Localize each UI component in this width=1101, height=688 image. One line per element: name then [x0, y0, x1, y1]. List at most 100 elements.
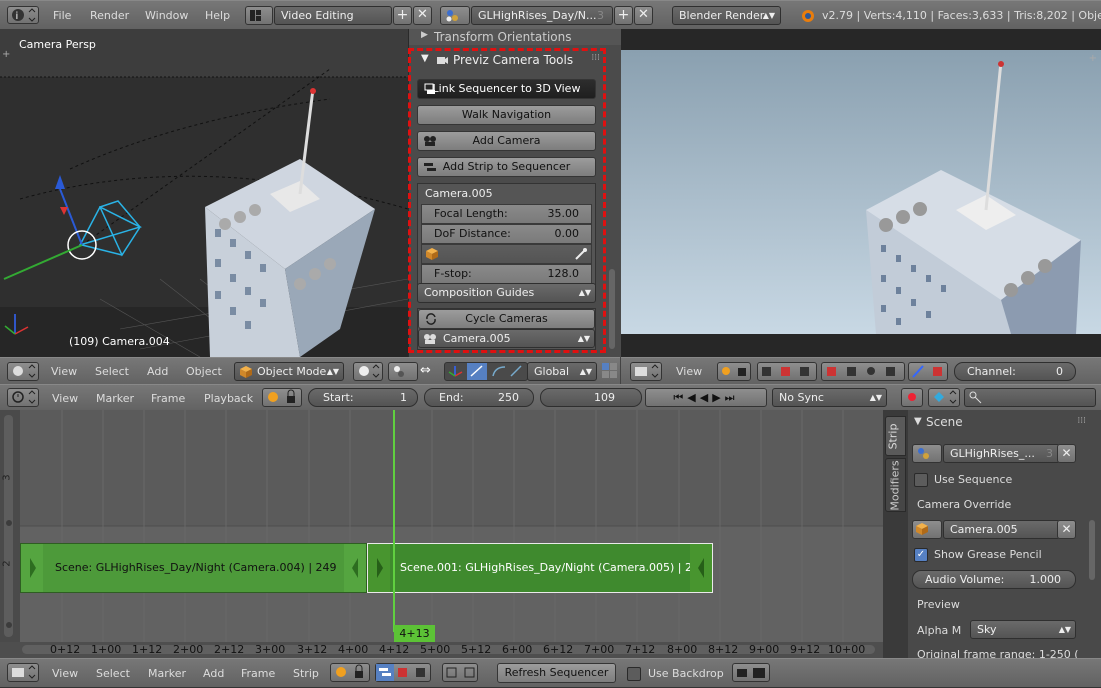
scene-browse-button[interactable]: [912, 444, 942, 463]
transform-orientations-header[interactable]: ▶ Transform Orientations: [409, 29, 621, 45]
preview-range-button[interactable]: [262, 388, 302, 407]
cycle-cameras-button[interactable]: Cycle Cameras: [418, 309, 595, 329]
timeline-menu-frame[interactable]: Frame: [151, 392, 185, 405]
3d-viewport[interactable]: Camera Persp (109) Camera.004 +: [0, 29, 408, 357]
seq-menu-marker[interactable]: Marker: [148, 667, 186, 680]
cycle-camera-select[interactable]: Camera.005 ▲▼: [418, 329, 595, 348]
keying-set-field[interactable]: [964, 388, 1096, 407]
add-layout-button[interactable]: +: [393, 6, 412, 25]
seq-menu-view[interactable]: View: [52, 667, 78, 680]
use-sequence-checkbox[interactable]: [914, 473, 928, 487]
preview-menu-view[interactable]: View: [676, 365, 702, 378]
strip-left-handle[interactable]: [368, 544, 390, 592]
link-sequencer-button[interactable]: Link Sequencer to 3D View: [417, 79, 596, 99]
pivot-point-button[interactable]: [388, 362, 418, 381]
seq-menu-add[interactable]: Add: [203, 667, 224, 680]
preview-editor-type-button[interactable]: [630, 362, 662, 381]
show-grease-pencil-checkbox[interactable]: ✓: [914, 548, 928, 562]
menu-file[interactable]: File: [53, 9, 71, 22]
seq-menu-frame[interactable]: Frame: [241, 667, 275, 680]
keying-set-button[interactable]: [928, 388, 960, 407]
strip-left-handle[interactable]: [21, 544, 43, 592]
record-button[interactable]: [901, 388, 923, 407]
seq-overlay-buttons[interactable]: [442, 663, 478, 682]
camera-browse-button[interactable]: [912, 520, 942, 539]
manipulator-group[interactable]: [444, 362, 528, 381]
seq-preview-toggles[interactable]: [330, 663, 370, 682]
seq-menu-strip[interactable]: Strip: [293, 667, 319, 680]
menu-help[interactable]: Help: [205, 9, 230, 22]
fstop-field[interactable]: F-stop: 128.0: [421, 264, 592, 284]
scene-strip-camera004[interactable]: Scene: GLHighRises_Day/Night (Camera.004…: [20, 543, 367, 593]
add-camera-button[interactable]: Add Camera: [417, 131, 596, 151]
use-backdrop-checkbox[interactable]: [627, 667, 641, 681]
alpha-mode-select[interactable]: Sky ▲▼: [970, 620, 1076, 639]
timeline-menu-playback[interactable]: Playback: [204, 392, 253, 405]
scene-datablock-field[interactable]: GLHighRises_... 3: [943, 444, 1060, 463]
manipulator-toggle-icon[interactable]: ⇔: [420, 363, 436, 379]
clear-camera-button[interactable]: ✕: [1057, 520, 1076, 539]
layers-icon[interactable]: [601, 362, 619, 380]
drag-handle-icon[interactable]: ⁞⁞⁞: [1077, 416, 1086, 426]
seq-view-type-buttons[interactable]: [375, 663, 431, 682]
panel-scrollbar[interactable]: [609, 269, 615, 349]
audio-volume-field[interactable]: Audio Volume: 1.000: [912, 570, 1076, 589]
remove-layout-button[interactable]: ✕: [413, 6, 432, 25]
preview-overlay-buttons[interactable]: [821, 362, 905, 381]
start-frame-field[interactable]: Start: 1: [308, 388, 418, 407]
remove-scene-button[interactable]: ✕: [634, 6, 653, 25]
preview-gpencil-buttons[interactable]: [908, 362, 948, 381]
viewport-add-region-icon[interactable]: +: [2, 49, 10, 60]
info-editor-button[interactable]: i: [7, 6, 39, 24]
walk-navigation-button[interactable]: Walk Navigation: [417, 105, 596, 125]
scene-selector[interactable]: GLHighRises_Day/N... 3: [471, 6, 613, 25]
refresh-sequencer-button[interactable]: Refresh Sequencer: [497, 663, 616, 683]
clear-scene-button[interactable]: ✕: [1057, 444, 1076, 463]
preview-toggle-buttons[interactable]: [717, 362, 751, 381]
render-engine-select[interactable]: Blender Render ▲▼: [672, 6, 781, 25]
preview-channel-buttons[interactable]: [757, 362, 817, 381]
editor-type-button[interactable]: [7, 362, 39, 381]
scene-panel-header[interactable]: ▼ Scene ⁞⁞⁞: [908, 414, 1088, 432]
menu-select[interactable]: Select: [95, 365, 129, 378]
strip-right-handle[interactable]: [344, 544, 366, 592]
timeline-menu-view[interactable]: View: [52, 392, 78, 405]
preview-add-region-icon[interactable]: +: [1089, 53, 1097, 64]
object-mode-select[interactable]: Object Mode ▲▼: [234, 362, 344, 381]
previz-panel-header[interactable]: ▼ Previz Camera Tools ⁞⁞⁞: [417, 51, 602, 69]
viewport-shading-button[interactable]: [353, 362, 383, 381]
menu-add[interactable]: Add: [147, 365, 168, 378]
layout-icon-button[interactable]: [245, 6, 273, 25]
scene-strip-camera005[interactable]: Scene.001: GLHighRises_Day/Night (Camera…: [367, 543, 713, 593]
sync-mode-select[interactable]: No Sync ▲▼: [772, 388, 887, 407]
current-frame-field[interactable]: 109: [540, 388, 642, 407]
playhead-line[interactable]: [393, 410, 395, 632]
timeline-editor-type-button[interactable]: [7, 388, 39, 407]
composition-guides-select[interactable]: Composition Guides ▲▼: [417, 283, 596, 303]
camera-name-field[interactable]: Camera.005: [418, 184, 595, 204]
add-scene-button[interactable]: +: [614, 6, 633, 25]
scene-icon-button[interactable]: [440, 6, 470, 25]
seq-menu-select[interactable]: Select: [96, 667, 130, 680]
dof-distance-field[interactable]: DoF Distance: 0.00: [421, 224, 592, 244]
drag-handle-icon[interactable]: ⁞⁞⁞: [591, 53, 600, 63]
add-strip-button[interactable]: Add Strip to Sequencer: [417, 157, 596, 177]
render-buttons[interactable]: [732, 663, 770, 682]
eyedropper-icon[interactable]: [574, 247, 588, 261]
menu-view[interactable]: View: [51, 365, 77, 378]
playback-controls[interactable]: ⏮◀◀▶⏭: [645, 388, 767, 407]
strip-right-handle[interactable]: [690, 544, 712, 592]
channel-field[interactable]: Channel: 0: [954, 362, 1076, 381]
camera-override-field[interactable]: Camera.005: [943, 520, 1060, 539]
layout-selector[interactable]: Video Editing: [274, 6, 392, 25]
focal-length-field[interactable]: Focal Length: 35.00: [421, 204, 592, 224]
dof-object-field[interactable]: [421, 244, 592, 264]
end-frame-field[interactable]: End: 250: [424, 388, 534, 407]
tab-strip[interactable]: Strip: [885, 416, 906, 456]
menu-object[interactable]: Object: [186, 365, 222, 378]
properties-scrollbar[interactable]: [1089, 520, 1095, 580]
sequencer-area[interactable]: 3 2 Scene: GLHighRises_Day/Night (Camera…: [0, 410, 883, 658]
sequencer-preview[interactable]: +: [621, 29, 1101, 357]
tab-modifiers[interactable]: Modifiers: [885, 458, 906, 512]
sequencer-editor-type-button[interactable]: [7, 663, 39, 682]
